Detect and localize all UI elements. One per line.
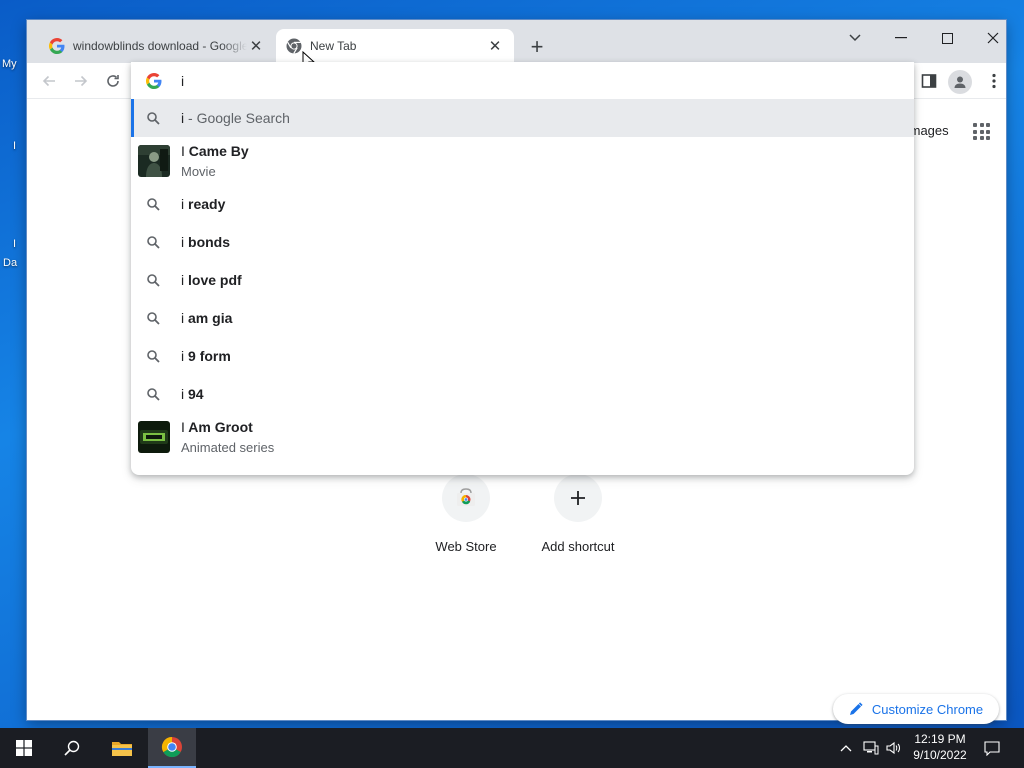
search-icon	[145, 110, 161, 126]
suggestion-text: I Am Groot Animated series	[181, 419, 275, 455]
tab-google-search[interactable]: windowblinds download - Google Search ✕	[39, 29, 275, 63]
apps-grid-icon[interactable]	[973, 123, 990, 140]
tab-title: windowblinds download - Google Search	[73, 39, 247, 53]
desktop-icon-label[interactable]: Da	[3, 257, 17, 269]
suggestion-item[interactable]: i 94	[131, 375, 914, 413]
action-center-button[interactable]	[978, 728, 1006, 768]
maximize-button[interactable]	[924, 23, 970, 53]
suggestion-item[interactable]: i - Google Search	[131, 99, 914, 137]
suggestion-text: i 9 form	[181, 348, 231, 364]
search-icon	[145, 272, 161, 288]
maximize-icon	[941, 32, 953, 44]
suggestion-text: i bonds	[181, 234, 231, 250]
desktop-icon-label[interactable]: My	[2, 58, 17, 70]
search-icon	[145, 386, 161, 402]
profile-avatar[interactable]	[948, 70, 972, 94]
tab-strip: windowblinds download - Google Search ✕ …	[27, 20, 1006, 71]
suggestion-text: I Came By Movie	[181, 143, 249, 179]
chevron-down-icon	[849, 34, 861, 42]
customize-chrome-button[interactable]: Customize Chrome	[833, 694, 999, 724]
search-icon	[145, 234, 161, 250]
person-icon	[954, 76, 966, 88]
shortcut-add[interactable]: Add shortcut	[528, 474, 628, 554]
taskbar: 12:19 PM 9/10/2022	[0, 728, 1024, 768]
search-icon	[64, 740, 80, 756]
search-icon	[145, 310, 161, 326]
omnibox[interactable]	[131, 62, 914, 99]
suggestion-text: i 94	[181, 386, 204, 402]
speaker-icon	[886, 741, 900, 755]
shortcut-label: Web Store	[435, 539, 497, 554]
suggestion-text: i ready	[181, 196, 226, 212]
close-icon[interactable]: ✕	[247, 37, 265, 55]
chrome-icon	[161, 736, 182, 758]
taskbar-search-button[interactable]	[48, 728, 96, 768]
new-tab-button[interactable]: +	[525, 34, 549, 59]
more-vert-icon	[992, 73, 996, 89]
plus-icon	[571, 491, 585, 505]
shortcut-icon-container	[442, 474, 490, 522]
chevron-up-icon	[840, 745, 852, 752]
clock-date: 9/10/2022	[913, 748, 967, 762]
google-g-icon	[146, 73, 162, 89]
suggestion-list: i - Google Search I Came By Movie i ready…	[131, 99, 914, 461]
minimize-icon	[895, 37, 907, 39]
chrome-icon	[286, 38, 302, 54]
reload-icon	[107, 75, 119, 87]
omnibox-input[interactable]	[181, 71, 881, 91]
suggestion-item[interactable]: i ready	[131, 185, 914, 223]
tab-search-button[interactable]	[832, 23, 878, 53]
shortcut-web-store[interactable]: Web Store	[416, 474, 516, 554]
suggestion-item[interactable]: i 9 form	[131, 337, 914, 375]
arrow-right-icon	[75, 75, 88, 87]
close-icon	[987, 32, 999, 44]
google-g-icon	[49, 38, 65, 54]
side-panel-button[interactable]	[917, 69, 941, 93]
file-explorer-button[interactable]	[98, 728, 146, 768]
desktop-icon-label[interactable]: I	[13, 238, 16, 250]
chrome-taskbar-button[interactable]	[148, 728, 196, 768]
folder-icon	[112, 742, 132, 756]
desktop-icon-label[interactable]: I	[13, 140, 16, 152]
suggestion-item[interactable]: i am gia	[131, 299, 914, 337]
back-button[interactable]	[37, 69, 61, 93]
taskbar-clock[interactable]: 12:19 PM 9/10/2022	[905, 731, 975, 763]
volume-button[interactable]	[883, 728, 905, 768]
pencil-icon	[849, 702, 863, 715]
shortcut-label: Add shortcut	[541, 539, 615, 554]
suggestion-item[interactable]: I Am Groot Animated series	[131, 413, 914, 461]
suggestion-item[interactable]: I Came By Movie	[131, 137, 914, 185]
suggestion-text: i am gia	[181, 310, 233, 326]
arrow-left-icon	[42, 75, 55, 87]
show-hidden-icons-button[interactable]	[836, 728, 856, 768]
suggestion-text: i - Google Search	[181, 110, 290, 126]
suggestion-text: i love pdf	[181, 272, 242, 288]
windows-logo-icon	[16, 740, 32, 756]
tab-title: New Tab	[310, 39, 357, 53]
network-icon	[863, 741, 879, 755]
suggestion-item[interactable]: i love pdf	[131, 261, 914, 299]
omnibox-dropdown: i - Google Search I Came ByMovie i ready…	[131, 62, 914, 475]
search-icon	[145, 196, 161, 212]
chrome-menu-button[interactable]	[982, 69, 1006, 93]
minimize-button[interactable]	[878, 23, 924, 53]
start-button[interactable]	[0, 728, 48, 768]
clock-time: 12:19 PM	[914, 732, 966, 746]
movie-thumbnail	[138, 145, 170, 177]
network-button[interactable]	[860, 728, 882, 768]
side-panel-icon	[921, 74, 937, 88]
close-icon[interactable]: ✕	[486, 37, 504, 55]
close-window-button[interactable]	[970, 23, 1016, 53]
series-thumbnail	[138, 421, 170, 453]
forward-button[interactable]	[69, 69, 93, 93]
chrome-web-store-icon	[457, 488, 475, 506]
shortcut-icon-container	[554, 474, 602, 522]
reload-button[interactable]	[101, 69, 125, 93]
suggestion-item[interactable]: i bonds	[131, 223, 914, 261]
notification-icon	[984, 740, 1000, 756]
customize-label: Customize Chrome	[871, 701, 984, 717]
search-icon	[145, 348, 161, 364]
